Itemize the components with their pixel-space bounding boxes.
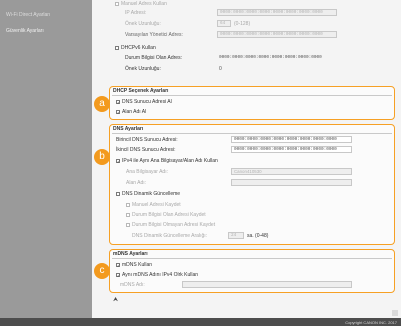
mdns-settings-section: mDNS Ayarları ✓ mDNS Kullan ✓ Aynı mDNS Ad… bbox=[109, 249, 395, 293]
register-manual-option[interactable]: Manuel Adresi Kaydet bbox=[126, 202, 181, 208]
dhcp-options-title: DHCP Seçenek Ayarları bbox=[113, 88, 169, 94]
dns-settings-title: DNS Ayarları bbox=[113, 126, 144, 132]
settings-panel: Manuel Adres Kullan IP Adresi: 0000:0000… bbox=[92, 0, 401, 318]
callout-badge-a: a bbox=[94, 96, 110, 112]
update-interval-field[interactable]: 24 bbox=[228, 232, 244, 239]
callout-badge-b: b bbox=[94, 149, 110, 165]
register-stateless-checkbox[interactable] bbox=[126, 222, 130, 227]
stateful-address-label: Durum Bilgisi Olan Adres: bbox=[125, 55, 182, 61]
use-mdns-checkbox[interactable]: ✓ bbox=[116, 262, 120, 267]
divider bbox=[112, 95, 392, 96]
same-host-checkbox[interactable]: ✓ bbox=[116, 158, 120, 163]
manual-address-label: Manuel Adres Kullan bbox=[121, 1, 167, 7]
same-host-option[interactable]: ✓ IPv4 ile Aynı Ana Bilgisayar/Alan Adı K… bbox=[116, 158, 218, 164]
update-interval-unit: sa. (0-48) bbox=[247, 233, 269, 239]
get-dns-server-option[interactable]: ✓ DNS Sunucu Adresi Al bbox=[116, 99, 172, 105]
host-name-field[interactable]: Canon410530 bbox=[231, 168, 352, 175]
register-stateless-option[interactable]: Durum Bilgisi Olmayan Adresi Kaydet bbox=[126, 222, 215, 228]
get-dns-server-label: DNS Sunucu Adresi Al bbox=[122, 99, 172, 105]
host-name-label: Ana Bilgisayar Adı: bbox=[126, 169, 168, 175]
register-stateful-label: Durum Bilgisi Olan Adresi Kaydet bbox=[132, 212, 206, 218]
prefix-length-field[interactable]: 64 bbox=[217, 20, 231, 27]
divider bbox=[112, 133, 392, 134]
get-domain-label: Alan Adı Al bbox=[122, 109, 147, 115]
ip-address-label: IP Adresi: bbox=[125, 10, 147, 16]
get-dns-server-checkbox[interactable]: ✓ bbox=[116, 99, 120, 104]
register-stateful-checkbox[interactable] bbox=[126, 212, 130, 217]
secondary-dns-field[interactable]: 0000:0000:0000:0000:0000:0000:0000:0000 bbox=[231, 146, 352, 153]
dhcpv6-option[interactable]: DHCPv6 Kullan bbox=[115, 45, 156, 51]
use-mdns-option[interactable]: ✓ mDNS Kullan bbox=[116, 262, 152, 268]
sidebar-item-wifi-direct[interactable]: Wi-Fi Direct Ayarları bbox=[6, 12, 50, 18]
scrollbar[interactable] bbox=[392, 310, 398, 316]
dns-settings-section: DNS Ayarları Birincil DNS Sunucu Adresi:… bbox=[109, 124, 395, 245]
same-mdns-name-checkbox[interactable]: ✓ bbox=[116, 272, 120, 277]
same-mdns-name-label: Aynı mDNS Adını IPv4 Olrk Kullan bbox=[122, 272, 199, 278]
register-stateless-label: Durum Bilgisi Olmayan Adresi Kaydet bbox=[132, 222, 216, 228]
sidebar-item-security[interactable]: Güvenlik Ayarları bbox=[6, 28, 44, 34]
register-manual-label: Manuel Adresi Kaydet bbox=[132, 202, 181, 208]
mdns-name-field[interactable] bbox=[182, 281, 352, 288]
divider bbox=[112, 258, 392, 259]
update-interval-label: DNS Dinamik Güncelleme Aralığı: bbox=[132, 233, 208, 239]
ipv6-manual-area: Manuel Adres Kullan IP Adresi: 0000:0000… bbox=[92, 0, 401, 85]
default-gateway-label: Varsayılan Yönetici Adres: bbox=[125, 32, 183, 38]
register-manual-checkbox[interactable] bbox=[126, 202, 130, 207]
primary-dns-label: Birincil DNS Sunucu Adresi: bbox=[116, 137, 178, 143]
dynamic-update-label: DNS Dinamik Güncelleme bbox=[122, 191, 181, 197]
mdns-name-label: mDNS Adı: bbox=[120, 282, 145, 288]
manual-address-checkbox[interactable] bbox=[115, 1, 119, 6]
use-mdns-label: mDNS Kullan bbox=[122, 262, 153, 268]
stateful-address-value: 0000:0000:0000:0000:0000:0000:0000:0000 bbox=[219, 55, 322, 60]
dhcpv6-checkbox[interactable] bbox=[115, 45, 119, 50]
dynamic-update-checkbox[interactable] bbox=[116, 191, 120, 196]
dhcpv6-label: DHCPv6 Kullan bbox=[121, 45, 156, 51]
dhcp-options-section: DHCP Seçenek Ayarları ✓ DNS Sunucu Adresi… bbox=[109, 86, 395, 120]
same-mdns-name-option[interactable]: ✓ Aynı mDNS Adını IPv4 Olrk Kullan bbox=[116, 272, 198, 278]
default-gateway-field[interactable]: 0000:0000:0000:0000:0000:0000:0000:0000 bbox=[217, 31, 337, 38]
mdns-settings-title: mDNS Ayarları bbox=[113, 251, 148, 257]
callout-badge-c: c bbox=[94, 263, 110, 279]
scroll-to-top-icon[interactable]: ⮝ bbox=[113, 297, 118, 304]
sidebar: Wi-Fi Direct Ayarları Güvenlik Ayarları bbox=[0, 0, 92, 318]
register-stateful-option[interactable]: Durum Bilgisi Olan Adresi Kaydet bbox=[126, 212, 206, 218]
stateful-prefix-value: 0 bbox=[219, 66, 222, 72]
dynamic-update-option[interactable]: DNS Dinamik Güncelleme bbox=[116, 191, 180, 197]
prefix-length-label: Önek Uzunluğu: bbox=[125, 21, 161, 27]
copyright-text: Copyright CANON INC. 2017 bbox=[345, 319, 397, 325]
get-domain-option[interactable]: ✓ Alan Adı Al bbox=[116, 109, 146, 115]
ip-address-field[interactable]: 0000:0000:0000:0000:0000:0000:0000:0000 bbox=[217, 9, 337, 16]
primary-dns-field[interactable]: 0000:0000:0000:0000:0000:0000:0000:0000 bbox=[231, 136, 352, 143]
same-host-label: IPv4 ile Aynı Ana Bilgisayar/Alan Adı Ku… bbox=[122, 158, 218, 164]
manual-address-option[interactable]: Manuel Adres Kullan bbox=[115, 1, 167, 7]
domain-name-label: Alan Adı: bbox=[126, 180, 147, 186]
get-domain-checkbox[interactable]: ✓ bbox=[116, 109, 120, 114]
secondary-dns-label: İkincil DNS Sunucu Adresi: bbox=[116, 147, 176, 153]
footer: Copyright CANON INC. 2017 bbox=[0, 318, 401, 326]
stateful-prefix-label: Önek Uzunluğu: bbox=[125, 66, 161, 72]
prefix-length-range: (0-128) bbox=[234, 21, 251, 27]
domain-name-field[interactable] bbox=[231, 179, 352, 186]
